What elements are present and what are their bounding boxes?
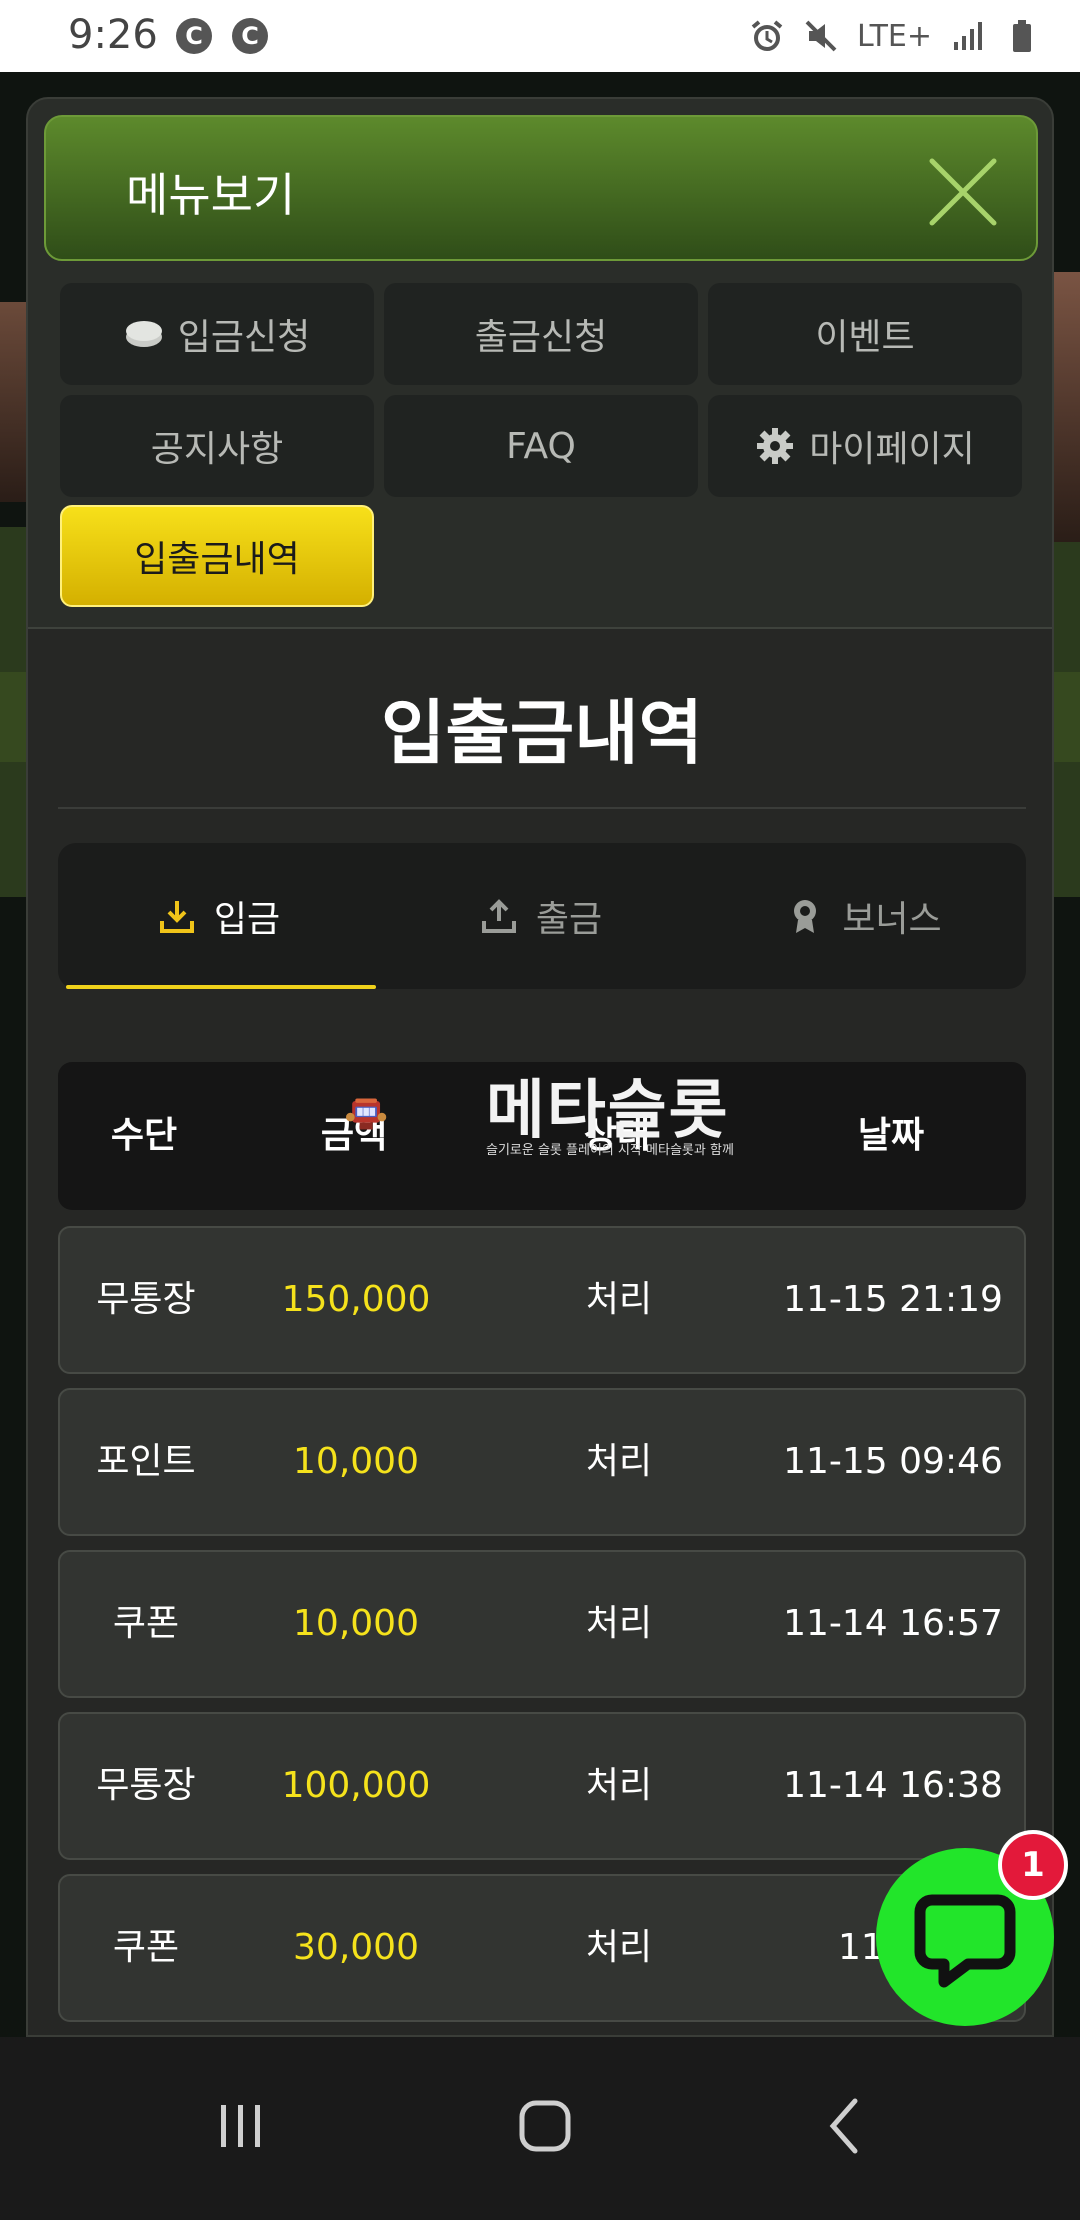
status-time: 9:26 (68, 12, 158, 58)
home-icon[interactable] (500, 2087, 590, 2167)
row-status: 처리 (585, 1765, 653, 1806)
menu-label: 입금신청 (177, 317, 311, 358)
chat-badge: 1 (998, 1830, 1068, 1900)
active-tab-indicator (66, 985, 376, 989)
row-date: 11-14 16:38 (783, 1765, 1003, 1806)
column-header: 날짜 (857, 1115, 925, 1156)
menu-modal: 메뉴보기 입금신청 출금신청 이벤트 공지사항 FAQ 마이페이지 입출금내역 (26, 97, 1054, 2037)
row-status: 처리 (585, 1279, 653, 1320)
menu-label: 입출금내역 (134, 539, 300, 580)
gear-icon (757, 428, 794, 464)
section-title: 입출금내역 (381, 692, 703, 774)
row-amount: 150,000 (281, 1279, 431, 1320)
menu-notice[interactable]: 공지사항 (60, 395, 374, 497)
table-row: 포인트 10,000 처리 11-15 09:46 (58, 1388, 1026, 1536)
recent-apps-icon[interactable] (196, 2087, 286, 2167)
row-method: 쿠폰 (112, 1927, 180, 1968)
mute-icon (805, 20, 837, 52)
menu-withdraw-request[interactable]: 출금신청 (384, 283, 698, 385)
menu-deposit-request[interactable]: 입금신청 (60, 283, 374, 385)
coin-icon (125, 321, 162, 347)
signal-icon (954, 22, 982, 50)
download-icon (159, 901, 194, 933)
menu-label: 출금신청 (474, 317, 608, 358)
menu-transaction-history[interactable]: 입출금내역 (60, 505, 374, 607)
table-row: 무통장 100,000 처리 11-14 16:38 (58, 1712, 1026, 1860)
notification-c-icon: C (232, 18, 268, 54)
row-method: 포인트 (96, 1441, 196, 1482)
notification-c-icon: C (176, 18, 212, 54)
watermark-tagline: 슬기로운 슬롯 플레이의 시작 메타슬롯과 함께 (486, 1143, 734, 1158)
alarm-icon (751, 20, 783, 51)
back-icon[interactable] (800, 2087, 890, 2167)
row-amount: 10,000 (293, 1441, 419, 1482)
modal-header: 메뉴보기 (44, 115, 1038, 261)
menu-label: 마이페이지 (809, 429, 975, 470)
tab-deposit[interactable]: 입금 (58, 843, 380, 989)
android-nav-bar (0, 2037, 1080, 2220)
table-row: 무통장 150,000 처리 11-15 21:19 (58, 1226, 1026, 1374)
menu-mypage[interactable]: 마이페이지 (708, 395, 1022, 497)
slot-machine-logo (346, 1098, 387, 1130)
upload-icon (481, 899, 516, 933)
tab-bonus[interactable]: 보너스 (702, 843, 1026, 989)
status-icons: LTE+ (749, 14, 1040, 58)
row-amount: 30,000 (293, 1927, 419, 1968)
watermark-name: 메타슬롯 (486, 1074, 730, 1148)
network-type: LTE+ (857, 18, 932, 54)
menu-label: 공지사항 (150, 429, 284, 470)
tab-label: 보너스 (842, 899, 942, 940)
close-icon[interactable] (928, 157, 998, 227)
column-header: 수단 (110, 1115, 178, 1156)
battery-icon (1013, 20, 1031, 52)
row-method: 쿠폰 (112, 1603, 180, 1644)
history-tabs: 입금 출금 보너스 (58, 843, 1026, 989)
tab-label: 입금 (213, 899, 281, 940)
background-image-right (1050, 272, 1080, 542)
row-status: 처리 (585, 1927, 653, 1968)
row-date: 11-15 09:46 (783, 1441, 1003, 1482)
row-method: 무통장 (96, 1279, 196, 1320)
row-method: 무통장 (96, 1765, 196, 1806)
row-status: 처리 (585, 1603, 653, 1644)
table-row: 쿠폰 10,000 처리 11-14 16:57 (58, 1550, 1026, 1698)
menu-label: 이벤트 (815, 317, 915, 358)
modal-title: 메뉴보기 (126, 168, 296, 222)
row-status: 처리 (585, 1441, 653, 1482)
row-date: 11-15 21:19 (783, 1279, 1003, 1320)
row-amount: 10,000 (293, 1603, 419, 1644)
tab-withdraw[interactable]: 출금 (380, 843, 702, 989)
row-amount: 100,000 (281, 1765, 431, 1806)
menu-event[interactable]: 이벤트 (708, 283, 1022, 385)
tab-label: 출금 (535, 899, 603, 940)
menu-faq[interactable]: FAQ (384, 395, 698, 497)
divider (58, 807, 1026, 809)
status-bar: 9:26 C C LTE+ (0, 0, 1080, 72)
badge-icon (794, 900, 817, 933)
row-date: 11-14 16:57 (783, 1603, 1003, 1644)
menu-label: FAQ (506, 425, 576, 467)
